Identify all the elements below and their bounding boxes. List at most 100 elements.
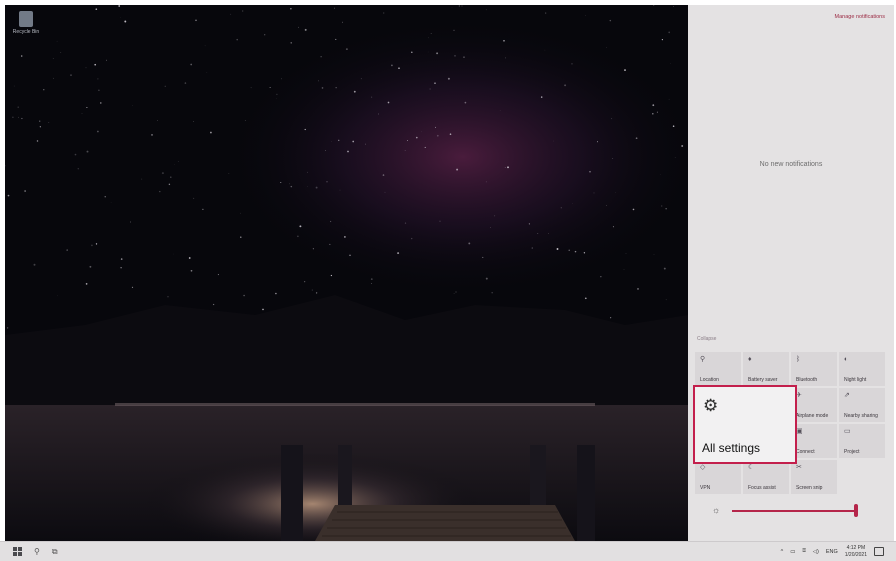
star bbox=[159, 191, 160, 192]
star bbox=[352, 141, 354, 143]
recycle-bin[interactable]: Recycle Bin bbox=[11, 11, 41, 35]
tile-label: Night light bbox=[844, 377, 866, 383]
brightness-thumb[interactable] bbox=[854, 504, 858, 517]
tile-nearby-sharing[interactable]: ⇗Nearby sharing bbox=[839, 388, 885, 422]
star bbox=[162, 172, 164, 174]
tile-project[interactable]: ▭Project bbox=[839, 424, 885, 458]
screen-snip-icon: ✂ bbox=[796, 464, 802, 471]
star bbox=[486, 278, 488, 280]
star bbox=[673, 125, 675, 127]
start-button[interactable] bbox=[13, 547, 22, 556]
star bbox=[624, 269, 625, 270]
star bbox=[428, 38, 429, 39]
star bbox=[281, 78, 282, 79]
tile-bluetooth[interactable]: ᛒBluetooth bbox=[791, 352, 837, 386]
tile-battery-saver[interactable]: ♦Battery saver bbox=[743, 352, 789, 386]
star bbox=[151, 134, 153, 136]
star bbox=[174, 164, 175, 165]
language-indicator[interactable]: ENG bbox=[826, 549, 838, 555]
star bbox=[541, 96, 542, 97]
tile-focus-assist[interactable]: ☾Focus assist bbox=[743, 460, 789, 494]
star bbox=[681, 145, 683, 147]
star bbox=[321, 56, 322, 57]
gear-icon: ⚙ bbox=[703, 397, 718, 414]
star bbox=[97, 131, 99, 133]
star bbox=[388, 102, 390, 104]
star bbox=[584, 252, 585, 253]
star bbox=[331, 275, 332, 276]
star bbox=[48, 122, 49, 123]
star bbox=[600, 276, 601, 277]
task-view-icon[interactable]: ⧉ bbox=[52, 547, 58, 557]
star bbox=[318, 81, 319, 82]
star bbox=[391, 65, 393, 67]
star bbox=[297, 235, 299, 237]
clock-time: 4:12 PM bbox=[845, 545, 867, 552]
star bbox=[21, 118, 22, 119]
tile-night-light[interactable]: ◐Night light bbox=[839, 352, 885, 386]
star bbox=[462, 6, 463, 7]
star bbox=[564, 84, 566, 86]
network-icon[interactable]: ⌸ bbox=[802, 548, 805, 555]
star bbox=[40, 126, 41, 127]
search-icon[interactable]: ⚲ bbox=[34, 547, 40, 556]
desktop-wallpaper: Recycle Bin bbox=[5, 5, 688, 541]
tile-label: Focus assist bbox=[748, 485, 776, 491]
star bbox=[240, 237, 241, 238]
clock-date: 1/20/2021 bbox=[845, 552, 867, 559]
star bbox=[291, 42, 292, 43]
star bbox=[75, 154, 77, 156]
battery-icon[interactable]: ▭ bbox=[790, 549, 795, 555]
star bbox=[132, 287, 133, 288]
star bbox=[53, 78, 54, 79]
no-notifications-text: No new notifications bbox=[688, 161, 894, 168]
star bbox=[86, 107, 87, 108]
star bbox=[437, 135, 439, 137]
all-settings-tile[interactable]: ⚙ All settings bbox=[693, 385, 797, 464]
star bbox=[507, 166, 509, 168]
star bbox=[664, 268, 666, 270]
notification-icon[interactable] bbox=[874, 547, 884, 556]
tile-connect[interactable]: ▣Connect bbox=[791, 424, 837, 458]
volume-icon[interactable]: ◁) bbox=[813, 549, 819, 555]
star bbox=[440, 221, 441, 222]
tile-location[interactable]: ⚲Location bbox=[695, 352, 741, 386]
star bbox=[276, 94, 277, 95]
star bbox=[120, 267, 121, 268]
star bbox=[673, 6, 674, 7]
recycle-bin-icon bbox=[19, 11, 33, 27]
star bbox=[613, 226, 614, 227]
tile-vpn[interactable]: ◇VPN bbox=[695, 460, 741, 494]
chevron-up-icon[interactable]: ^ bbox=[781, 549, 784, 555]
manage-notifications-link[interactable]: Manage notifications bbox=[835, 14, 885, 20]
star bbox=[652, 104, 654, 106]
star bbox=[561, 207, 562, 208]
star bbox=[21, 55, 23, 57]
star bbox=[654, 254, 655, 255]
star bbox=[34, 264, 36, 266]
tile-screen-snip[interactable]: ✂Screen snip bbox=[791, 460, 837, 494]
brightness-slider[interactable]: ☼ bbox=[708, 502, 868, 520]
star bbox=[189, 257, 191, 259]
star bbox=[218, 274, 219, 275]
star bbox=[425, 147, 426, 148]
collapse-link[interactable]: Collapse bbox=[697, 336, 716, 342]
star bbox=[7, 327, 8, 328]
star bbox=[66, 249, 68, 251]
clock[interactable]: 4:12 PM 1/20/2021 bbox=[845, 545, 867, 558]
star bbox=[468, 242, 470, 244]
star bbox=[236, 39, 238, 41]
star bbox=[169, 184, 170, 185]
star bbox=[334, 8, 335, 9]
star bbox=[456, 292, 457, 293]
star bbox=[465, 102, 467, 104]
vpn-icon: ◇ bbox=[700, 464, 705, 471]
star bbox=[213, 304, 214, 305]
star bbox=[545, 13, 546, 14]
star bbox=[636, 137, 638, 139]
star bbox=[490, 227, 491, 228]
tile-airplane-mode[interactable]: ✈Airplane mode bbox=[791, 388, 837, 422]
star bbox=[610, 317, 611, 318]
battery-saver-icon: ♦ bbox=[748, 356, 752, 363]
brightness-track[interactable] bbox=[732, 510, 854, 512]
